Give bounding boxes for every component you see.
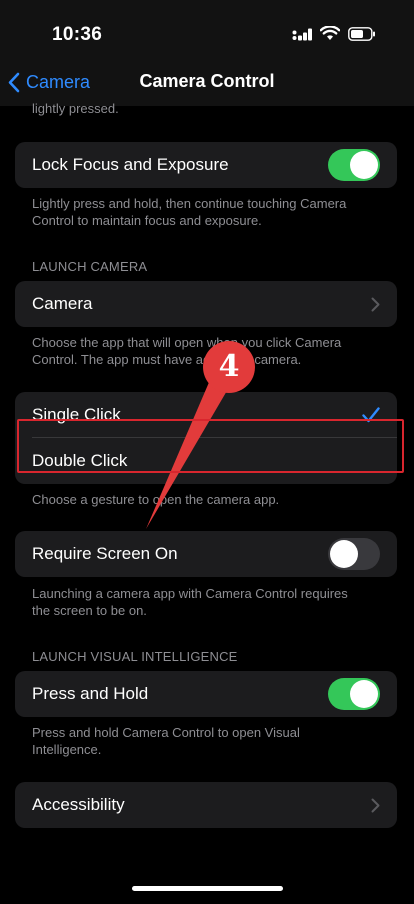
- highlight-box: [17, 419, 404, 473]
- home-indicator[interactable]: [132, 886, 283, 891]
- step-number-badge: 4: [203, 341, 255, 393]
